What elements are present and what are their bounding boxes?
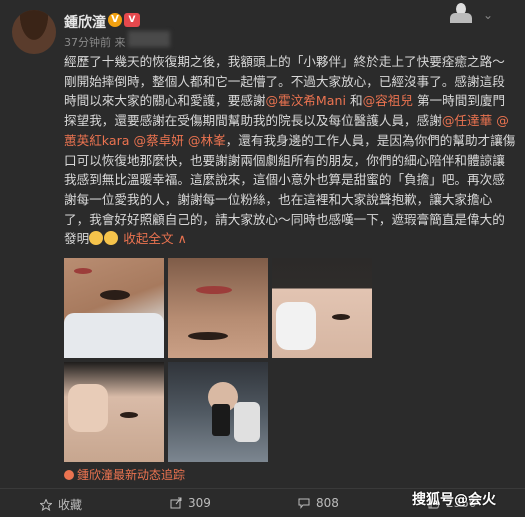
mention-link[interactable]: @霍汶希Mani bbox=[266, 93, 346, 108]
favorite-button[interactable]: 收藏 bbox=[40, 496, 82, 513]
photo[interactable] bbox=[64, 258, 164, 358]
trace-link[interactable]: 鍾欣潼最新动态追踪 bbox=[64, 466, 185, 483]
weibo-post-card: 鍾欣潼 V V 37分钟前 来 ⌄ 經歷了十幾天的恢復期之後，我額頭上的「小夥伴… bbox=[0, 0, 525, 516]
vip-icon: V bbox=[124, 13, 140, 27]
mention-link[interactable]: @容祖兒 bbox=[363, 93, 413, 108]
trace-icon bbox=[64, 470, 74, 480]
photo[interactable] bbox=[168, 258, 268, 358]
photo[interactable] bbox=[64, 362, 164, 462]
post-text: 經歷了十幾天的恢復期之後，我額頭上的「小夥伴」終於走上了快要痊癒之路～剛開始摔倒… bbox=[64, 54, 516, 247]
emoji-icon bbox=[104, 231, 119, 246]
photo[interactable] bbox=[272, 258, 372, 358]
photo[interactable] bbox=[168, 362, 268, 462]
comment-button[interactable]: 808 bbox=[298, 496, 339, 510]
chevron-up-icon: ∧ bbox=[177, 231, 187, 247]
share-icon bbox=[170, 497, 182, 509]
share-button[interactable]: 309 bbox=[170, 496, 211, 510]
photo-grid bbox=[64, 258, 374, 462]
author-name[interactable]: 鍾欣潼 bbox=[64, 12, 106, 32]
verified-icon: V bbox=[108, 13, 122, 27]
comment-icon bbox=[298, 498, 310, 509]
mention-link[interactable]: @林峯 bbox=[188, 133, 226, 148]
emoji-icon bbox=[89, 231, 104, 246]
menu-chevron-icon[interactable]: ⌄ bbox=[483, 8, 493, 22]
avatar[interactable] bbox=[12, 10, 56, 54]
blurred-source bbox=[128, 31, 170, 47]
watermark: 搜狐号@会火 bbox=[412, 492, 496, 508]
user-thumbnail-icon[interactable] bbox=[446, 3, 476, 23]
star-icon bbox=[40, 499, 52, 511]
post-time: 37分钟前 来 bbox=[64, 36, 126, 49]
mention-link[interactable]: @任達華 bbox=[442, 113, 492, 128]
collapse-link[interactable]: 收起全文 ∧ bbox=[123, 231, 187, 246]
mention-link[interactable]: @蔡卓妍 bbox=[133, 133, 183, 148]
